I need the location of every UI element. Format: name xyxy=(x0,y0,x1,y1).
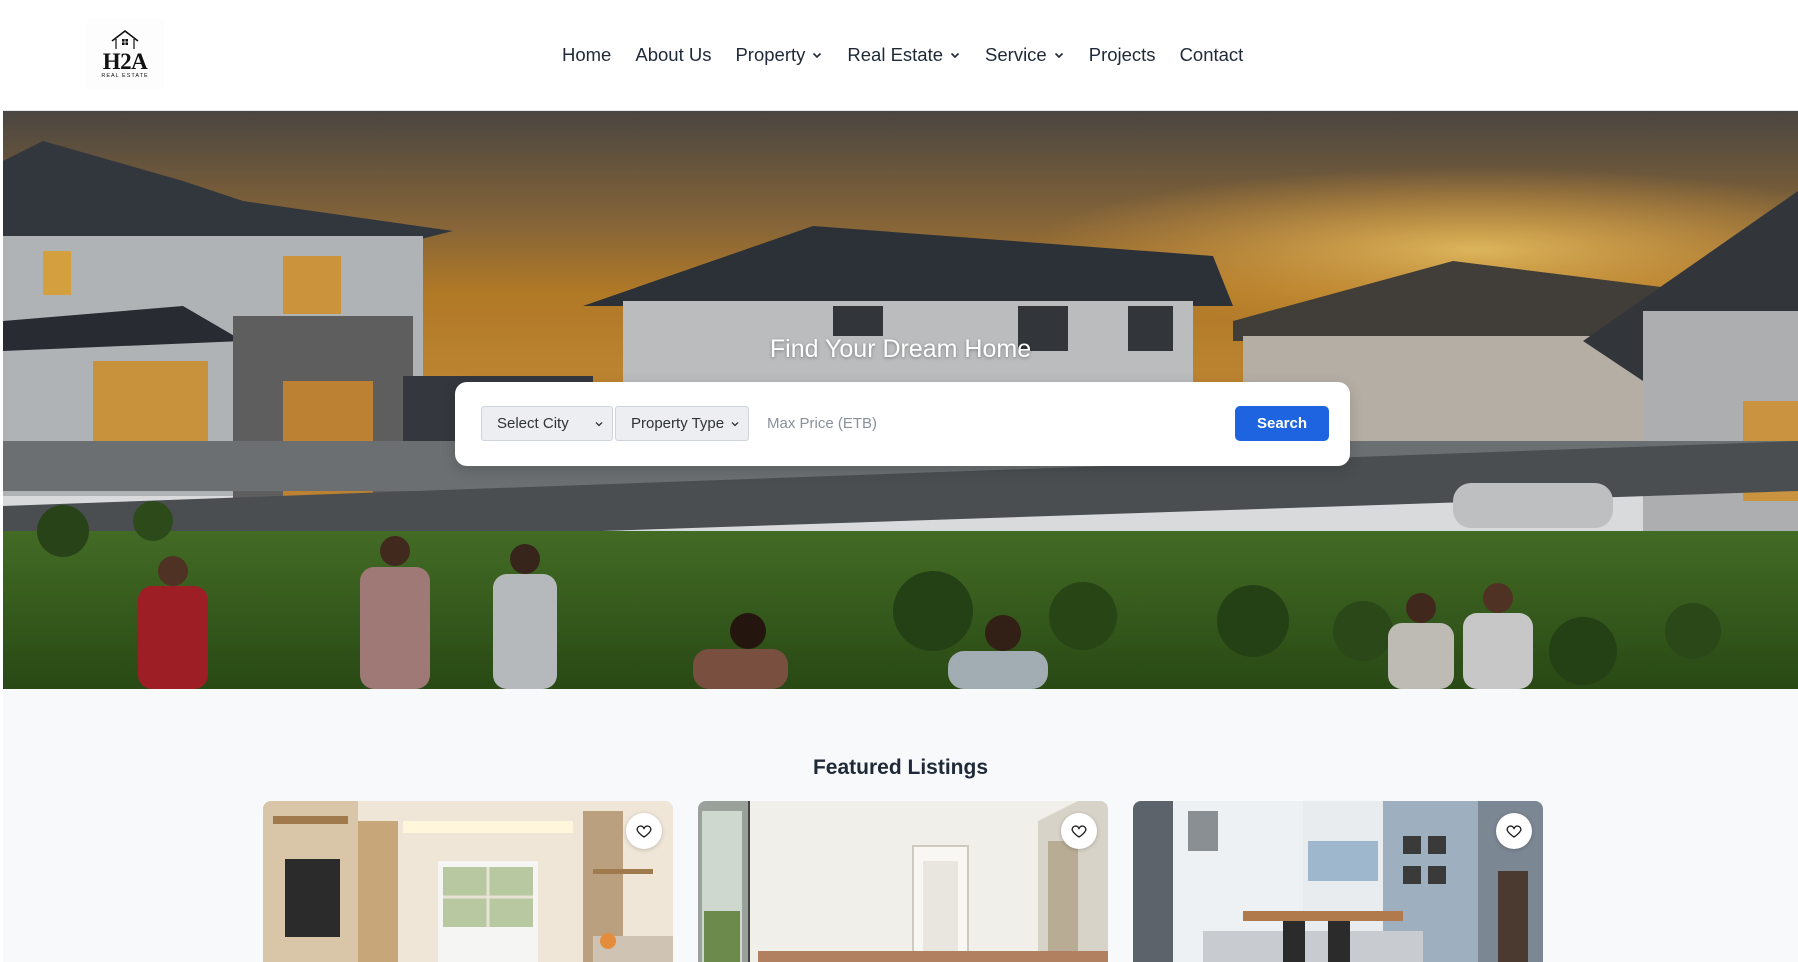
max-price-input[interactable] xyxy=(755,406,1195,441)
logo-text: H2A xyxy=(102,48,148,74)
search-button[interactable]: Search xyxy=(1235,406,1329,441)
nav-service-label: Service xyxy=(985,44,1047,65)
chevron-down-icon xyxy=(950,52,960,59)
favorite-button[interactable] xyxy=(1061,813,1097,849)
nav-projects[interactable]: Projects xyxy=(1089,44,1156,66)
nav-home[interactable]: Home xyxy=(562,44,611,66)
listing-card[interactable] xyxy=(698,801,1108,962)
nav-about-us[interactable]: About Us xyxy=(635,44,711,66)
chevron-down-icon xyxy=(731,422,739,427)
site-header: H2A REAL ESTATE Home About Us Property R… xyxy=(3,0,1798,111)
house-logo-icon xyxy=(111,29,139,49)
nav-contact-label: Contact xyxy=(1179,44,1244,65)
living-room-photo xyxy=(263,801,673,962)
heart-icon xyxy=(1071,825,1087,838)
empty-room-photo xyxy=(698,801,1108,962)
city-select[interactable]: Select City xyxy=(481,406,613,441)
chevron-down-icon xyxy=(1054,52,1063,59)
kitchen-dining-photo xyxy=(1133,801,1543,962)
heart-icon xyxy=(1506,825,1522,838)
heart-icon xyxy=(636,825,652,838)
nav-home-label: Home xyxy=(562,44,612,65)
page: H2A REAL ESTATE Home About Us Property R… xyxy=(3,0,1798,962)
hero-section: Find Your Dream Home Select City Propert… xyxy=(3,111,1798,689)
logo[interactable]: H2A REAL ESTATE xyxy=(86,19,164,89)
featured-listings-title: Featured Listings xyxy=(812,756,989,779)
nav-real-estate[interactable]: Real Estate xyxy=(847,44,961,66)
listing-card[interactable] xyxy=(1133,801,1543,962)
nav-about-us-label: About Us xyxy=(635,44,712,65)
property-type-select[interactable]: Property Type xyxy=(615,406,749,441)
hero-title: Find Your Dream Home xyxy=(769,335,1032,363)
logo-subtext: REAL ESTATE xyxy=(101,72,149,79)
nav-real-estate-label: Real Estate xyxy=(847,44,944,65)
nav-property[interactable]: Property xyxy=(735,44,823,66)
nav-property-label: Property xyxy=(735,44,806,65)
chevron-down-icon xyxy=(813,52,822,59)
favorite-button[interactable] xyxy=(1496,813,1532,849)
nav-service[interactable]: Service xyxy=(985,44,1065,66)
nav-contact[interactable]: Contact xyxy=(1180,44,1244,66)
favorite-button[interactable] xyxy=(626,813,662,849)
property-type-select-value: Property Type xyxy=(631,415,725,432)
chevron-down-icon xyxy=(595,422,603,427)
main-nav: Home About Us Property Real Estate Servi… xyxy=(562,40,1243,70)
nav-projects-label: Projects xyxy=(1088,44,1156,65)
search-box: Select City Property Type Search xyxy=(455,382,1350,466)
city-select-value: Select City xyxy=(497,415,569,432)
listing-card[interactable] xyxy=(263,801,673,962)
